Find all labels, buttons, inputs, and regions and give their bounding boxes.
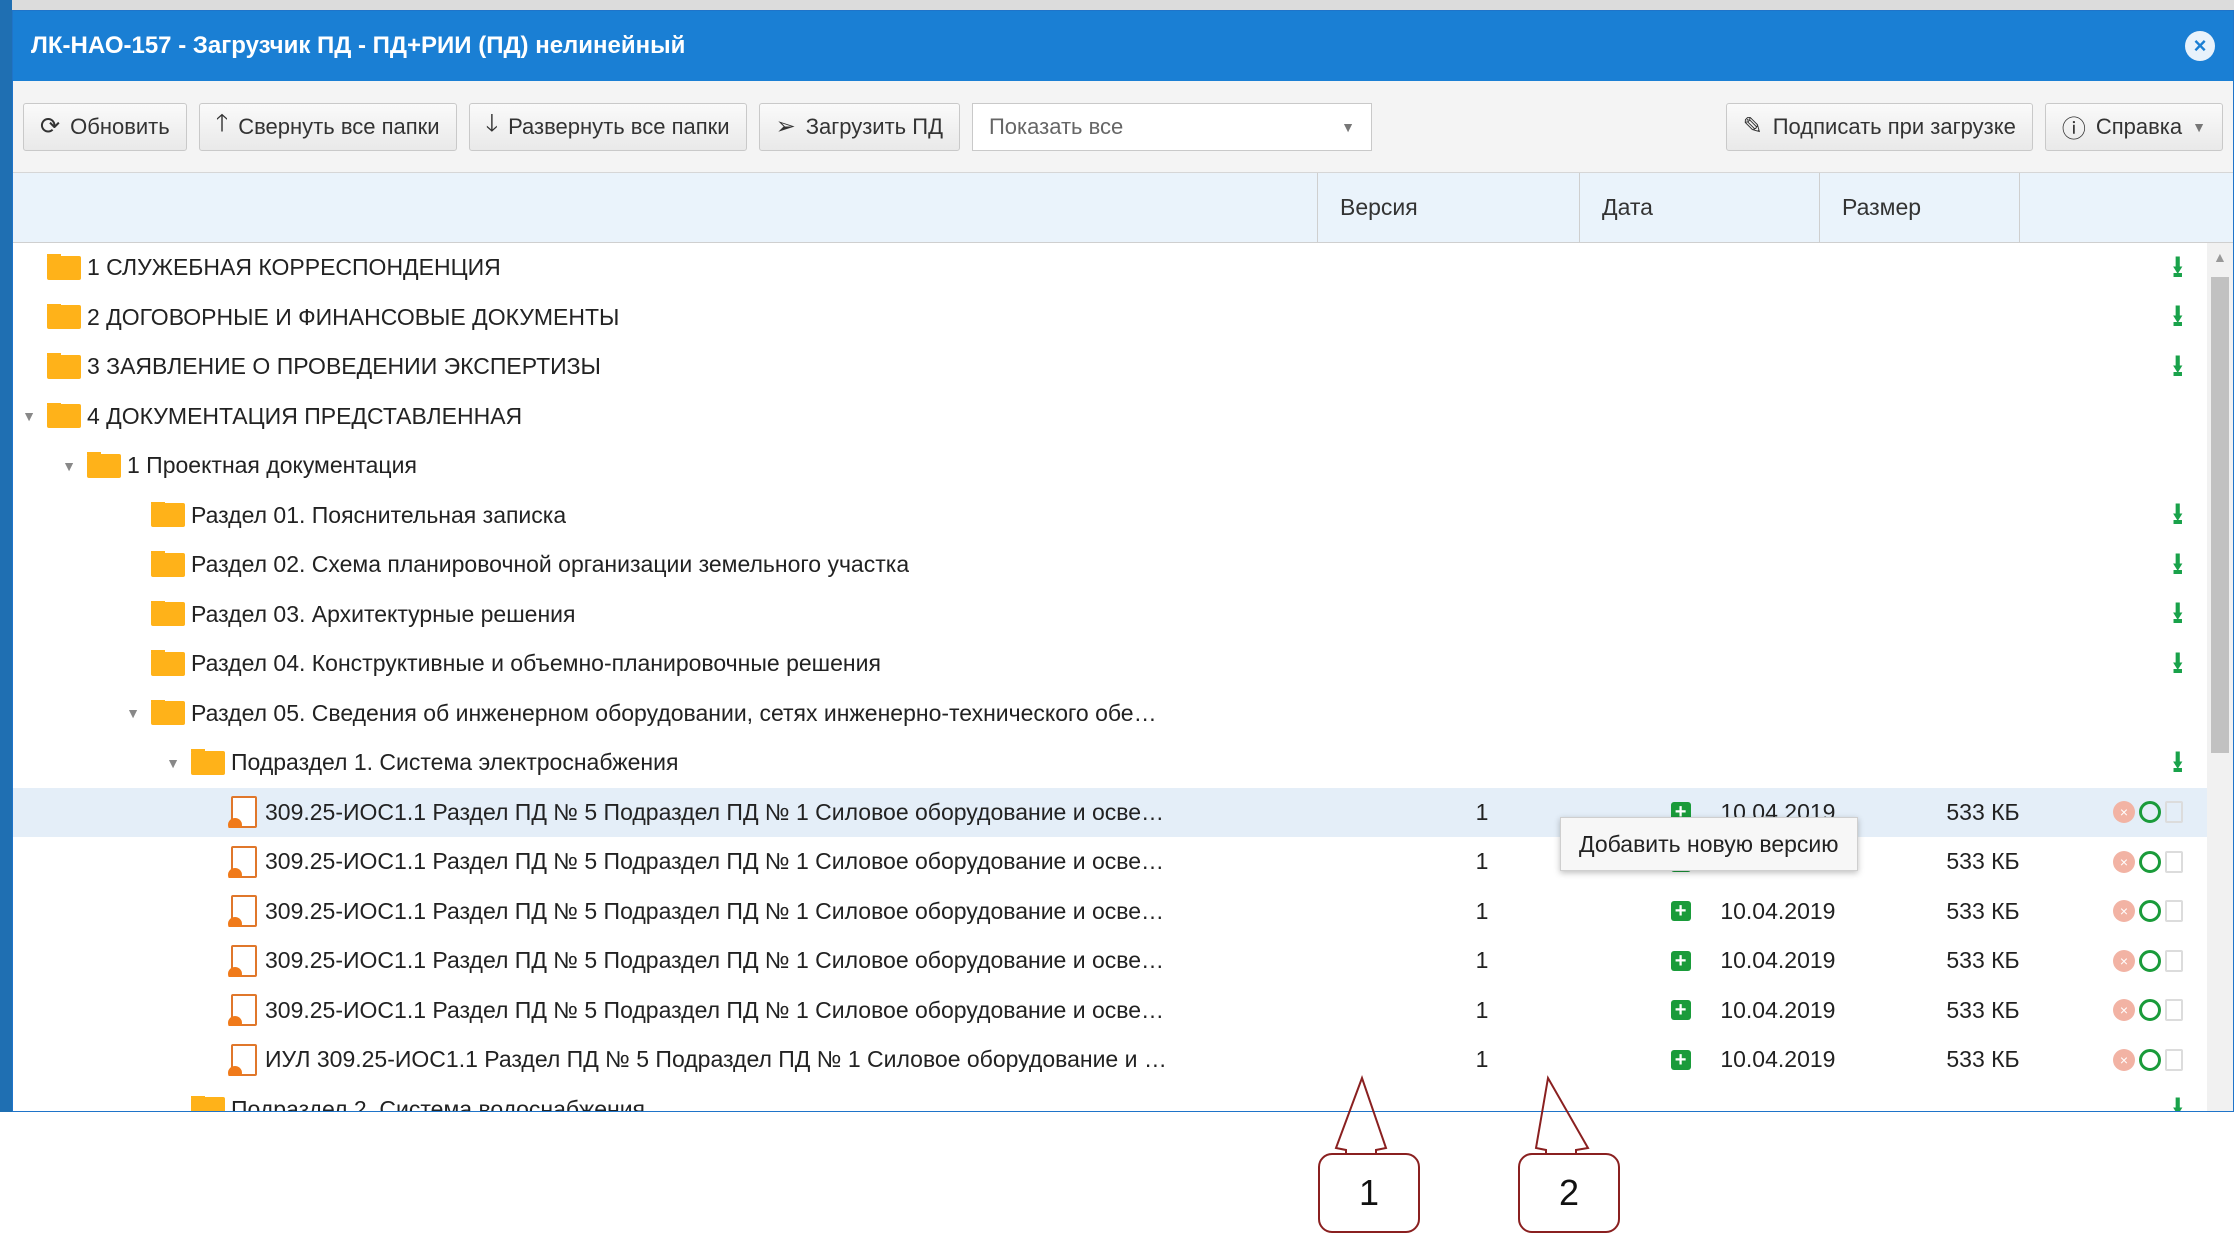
callout-1: 1 [1318,1153,1420,1233]
callout-2: 2 [1518,1153,1620,1233]
add-version-tooltip: Добавить новую версию [1560,817,1858,871]
callout-leaders [1334,1075,1590,1153]
